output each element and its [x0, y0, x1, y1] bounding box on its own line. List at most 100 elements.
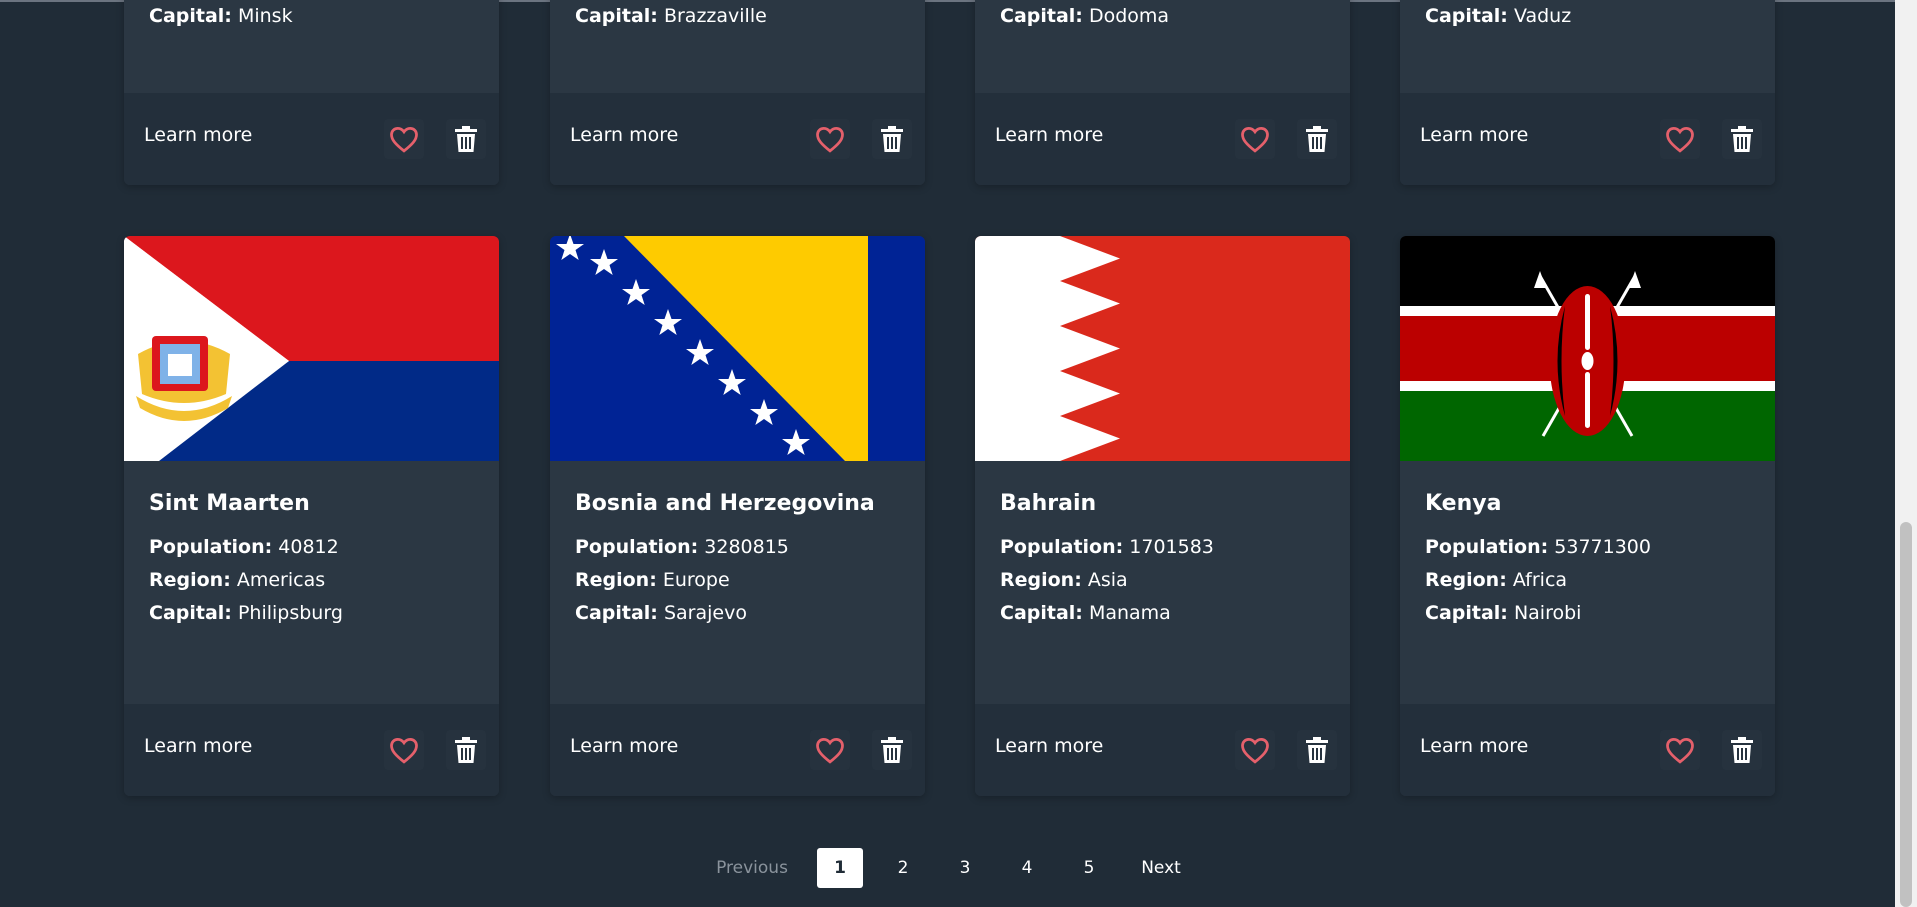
country-card-vaduz: Capital: Vaduz Learn more: [1400, 0, 1775, 185]
page: Capital: Minsk Learn more Capital: Brazz…: [0, 0, 1917, 907]
learn-more-button[interactable]: Learn more: [144, 735, 252, 757]
delete-button[interactable]: [1722, 730, 1762, 770]
heart-icon: [390, 737, 418, 764]
country-card-minsk: Capital: Minsk Learn more: [124, 0, 499, 185]
favorite-button[interactable]: [1235, 119, 1275, 159]
population-row: Population: 40812: [149, 536, 339, 558]
card-footer: Learn more: [124, 704, 499, 796]
learn-more-button[interactable]: Learn more: [1420, 124, 1528, 146]
page-button-1[interactable]: 1: [817, 848, 863, 888]
delete-button[interactable]: [1297, 119, 1337, 159]
trash-icon: [455, 737, 477, 763]
heart-icon: [1666, 126, 1694, 153]
trash-icon: [1731, 737, 1753, 763]
card-footer: Learn more: [975, 704, 1350, 796]
population-row: Population: 53771300: [1425, 536, 1651, 558]
card-footer: Learn more: [550, 93, 925, 185]
trash-icon: [881, 126, 903, 152]
country-card-kenya[interactable]: Kenya Population: 53771300 Region: Afric…: [1400, 236, 1775, 796]
favorite-button[interactable]: [384, 730, 424, 770]
region-row: Region: Americas: [149, 569, 326, 591]
region-value: Asia: [1087, 569, 1128, 591]
delete-button[interactable]: [872, 119, 912, 159]
favorite-button[interactable]: [1660, 730, 1700, 770]
learn-more-button[interactable]: Learn more: [570, 735, 678, 757]
learn-more-button[interactable]: Learn more: [995, 124, 1103, 146]
scrollbar-thumb[interactable]: [1900, 522, 1912, 907]
favorite-button[interactable]: [384, 119, 424, 159]
favorite-button[interactable]: [1660, 119, 1700, 159]
card-footer: Learn more: [550, 704, 925, 796]
delete-button[interactable]: [446, 730, 486, 770]
region-value: Europe: [662, 569, 730, 591]
delete-button[interactable]: [1722, 119, 1762, 159]
country-card-sint-maarten[interactable]: Sint Maarten Population: 40812 Region: A…: [124, 236, 499, 796]
population-row: Population: 3280815: [575, 536, 789, 558]
learn-more-button[interactable]: Learn more: [1420, 735, 1528, 757]
kenya-flag: [1400, 236, 1775, 461]
pagination: Previous 1 2 3 4 5 Next: [0, 848, 1895, 888]
learn-more-button[interactable]: Learn more: [570, 124, 678, 146]
capital-row: Capital: Vaduz: [1425, 5, 1572, 27]
country-card-brazzaville: Capital: Brazzaville Learn more: [550, 0, 925, 185]
delete-button[interactable]: [1297, 730, 1337, 770]
card-footer: Learn more: [975, 93, 1350, 185]
country-card-bahrain[interactable]: Bahrain Population: 1701583 Region: Asia…: [975, 236, 1350, 796]
previous-page-button[interactable]: Previous: [706, 848, 798, 888]
country-name: Bosnia and Herzegovina: [575, 491, 875, 516]
population-value: 53771300: [1554, 536, 1651, 558]
population-row: Population: 1701583: [1000, 536, 1214, 558]
capital-value: Vaduz: [1513, 5, 1572, 27]
learn-more-button[interactable]: Learn more: [144, 124, 252, 146]
capital-row: Capital: Dodoma: [1000, 5, 1170, 27]
heart-icon: [816, 126, 844, 153]
trash-icon: [881, 737, 903, 763]
next-page-button[interactable]: Next: [1126, 848, 1196, 888]
heart-icon: [816, 737, 844, 764]
capital-value: Nairobi: [1513, 602, 1582, 624]
capital-row: Capital: Sarajevo: [575, 602, 747, 624]
population-value: 3280815: [704, 536, 789, 558]
capital-value: Dodoma: [1088, 5, 1170, 27]
favorite-button[interactable]: [810, 730, 850, 770]
capital-value: Manama: [1088, 602, 1171, 624]
population-value: 40812: [278, 536, 339, 558]
capital-row: Capital: Minsk: [149, 5, 293, 27]
capital-value: Sarajevo: [663, 602, 747, 624]
capital-row: Capital: Manama: [1000, 602, 1171, 624]
heart-icon: [1241, 126, 1269, 153]
region-row: Region: Europe: [575, 569, 730, 591]
card-footer: Learn more: [1400, 704, 1775, 796]
heart-icon: [1666, 737, 1694, 764]
vertical-scrollbar[interactable]: [1895, 0, 1917, 907]
page-button-2[interactable]: 2: [880, 848, 926, 888]
sint-maarten-flag: [124, 236, 499, 461]
region-row: Region: Asia: [1000, 569, 1128, 591]
capital-value: Minsk: [237, 5, 293, 27]
page-button-5[interactable]: 5: [1066, 848, 1112, 888]
learn-more-button[interactable]: Learn more: [995, 735, 1103, 757]
capital-row: Capital: Brazzaville: [575, 5, 767, 27]
region-value: Americas: [236, 569, 326, 591]
population-value: 1701583: [1129, 536, 1214, 558]
capital-row: Capital: Nairobi: [1425, 602, 1582, 624]
card-footer: Learn more: [1400, 93, 1775, 185]
region-value: Africa: [1512, 569, 1568, 591]
heart-icon: [390, 126, 418, 153]
country-name: Sint Maarten: [149, 491, 310, 516]
favorite-button[interactable]: [810, 119, 850, 159]
favorite-button[interactable]: [1235, 730, 1275, 770]
country-name: Kenya: [1425, 491, 1502, 516]
page-button-3[interactable]: 3: [942, 848, 988, 888]
bosnia-flag: [550, 236, 925, 461]
delete-button[interactable]: [872, 730, 912, 770]
card-footer: Learn more: [124, 93, 499, 185]
capital-row: Capital: Philipsburg: [149, 602, 343, 624]
country-card-bosnia[interactable]: Bosnia and Herzegovina Population: 32808…: [550, 236, 925, 796]
delete-button[interactable]: [446, 119, 486, 159]
page-button-4[interactable]: 4: [1004, 848, 1050, 888]
capital-value: Philipsburg: [237, 602, 343, 624]
region-row: Region: Africa: [1425, 569, 1568, 591]
bahrain-flag: [975, 236, 1350, 461]
capital-value: Brazzaville: [663, 5, 767, 27]
